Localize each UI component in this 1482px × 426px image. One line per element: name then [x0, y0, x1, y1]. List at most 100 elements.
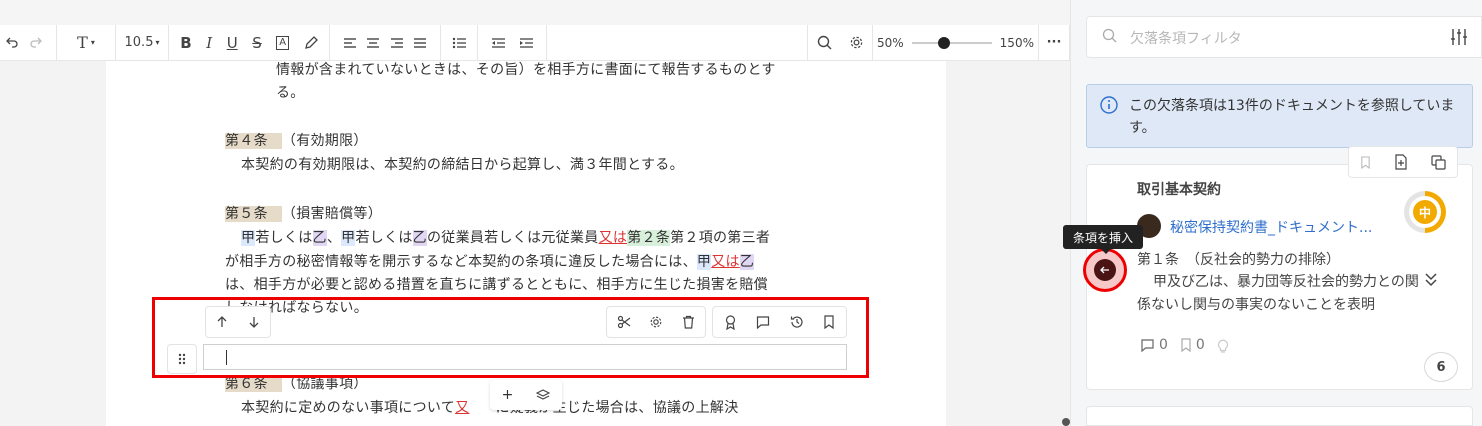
bookmark-icon: [1181, 338, 1191, 352]
lightbulb-icon: [1217, 339, 1228, 353]
align-center-icon[interactable]: [366, 37, 380, 49]
article-number: 第４条: [225, 133, 282, 149]
text-box-icon: A: [276, 35, 290, 50]
priority-label: 中: [1413, 200, 1437, 224]
outdent-icon[interactable]: [491, 37, 506, 49]
italic-button[interactable]: I: [206, 25, 212, 61]
article-title: （協議事項）: [281, 376, 368, 392]
bookmark-icon[interactable]: [1360, 155, 1371, 169]
search-button[interactable]: [808, 25, 840, 61]
paragraph-line: 情報が含まれていないときは、その旨）を相手方に書面にて報告するものとす: [276, 62, 776, 78]
bullet-list-icon[interactable]: [452, 37, 467, 49]
redo-icon: [30, 37, 42, 48]
article-number: 第６条: [225, 376, 282, 392]
more-dots-icon: ···: [1046, 35, 1062, 50]
text-run: 本契約に定めのない事項について: [241, 400, 456, 416]
source-document-link[interactable]: 秘密保持契約書_ドキュメント...: [1170, 217, 1372, 237]
paragraph-line: 本契約の有効期限は、本契約の締結日から起算し、満３年間とする。: [241, 157, 684, 173]
bold-button[interactable]: B: [180, 25, 191, 61]
party-tag: 乙: [312, 230, 327, 246]
double-chevron-down-icon[interactable]: [1424, 272, 1438, 288]
priority-ring: 中: [1409, 196, 1441, 228]
font-size-value: 10.5: [124, 35, 154, 50]
party-tag: 甲: [241, 230, 256, 246]
text-style-dropdown[interactable]: T ▾: [57, 25, 115, 61]
align-left-icon[interactable]: [343, 37, 357, 49]
text-run: 若しくは: [355, 230, 413, 246]
editor-toolbar: T ▾ 10.5 ▾ B I U S A 50% 150% ···: [0, 24, 1070, 61]
zoom-control: 50% 150%: [873, 25, 1038, 61]
clause-filter-placeholder: 欠落条項フィルタ: [1130, 31, 1242, 47]
text-run: 第２項の第三者: [670, 230, 771, 246]
comment-icon: [1141, 339, 1154, 352]
text-run: 若しくは: [255, 230, 313, 246]
party-tag: 乙: [739, 254, 755, 270]
paragraph-line: は、相手方が必要と認める措置を直ちに講ずるとともに、相手方に生じた損害を賠償: [225, 277, 768, 293]
underline-button[interactable]: U: [227, 25, 238, 61]
text-run: が相手方の秘密情報等を開示するなど本契約の条項に違反した場合には、: [225, 254, 697, 270]
align-right-icon[interactable]: [390, 37, 404, 49]
more-button[interactable]: ···: [1039, 25, 1069, 61]
priority-indicator: 中: [1404, 191, 1446, 233]
text-box-button[interactable]: A: [276, 25, 290, 61]
paragraph-line: る。: [276, 85, 305, 101]
pen-icon: [304, 35, 318, 49]
highlight-pen-button[interactable]: [304, 25, 318, 61]
insert-clause-button-core: [1094, 259, 1116, 281]
text-run: 、: [326, 230, 342, 246]
zoom-slider-knob[interactable]: [937, 36, 950, 49]
insert-clause-tooltip: 条項を挿入: [1063, 225, 1144, 254]
info-icon: [1100, 96, 1118, 114]
zoom-min-label: 50%: [877, 35, 904, 50]
article-title: （有効期限）: [281, 133, 368, 149]
bookmark-count-value: 0: [1195, 337, 1205, 353]
document-scrollbar-thumb[interactable]: [1062, 418, 1070, 426]
card-stats: 0 0: [1140, 337, 1229, 353]
article-reference: 第２条: [627, 230, 671, 246]
paragraph-line: 甲若しくは乙、甲若しくは乙の従業員若しくは元従業員又は第２条第２項の第三者: [241, 227, 770, 247]
undo-button[interactable]: [0, 25, 24, 61]
align-justify-icon[interactable]: [413, 37, 427, 49]
gear-icon: [850, 36, 862, 49]
clause-card[interactable]: [1086, 406, 1473, 426]
block-add-bar: +: [490, 380, 562, 410]
comment-count[interactable]: 0: [1140, 337, 1168, 353]
redo-button[interactable]: [24, 25, 48, 61]
filter-settings-icon[interactable]: [1450, 28, 1468, 46]
text-style-label: T: [77, 33, 88, 52]
comment-count-value: 0: [1159, 337, 1168, 353]
strikethrough-button[interactable]: S: [252, 25, 262, 61]
idea-button[interactable]: [1217, 338, 1229, 353]
font-size-dropdown[interactable]: 10.5 ▾: [116, 25, 168, 61]
party-tag: 甲: [341, 230, 356, 246]
layers-icon[interactable]: [536, 389, 551, 401]
flagged-term: 又: [455, 400, 470, 416]
indent-icon[interactable]: [519, 37, 534, 49]
app: T ▾ 10.5 ▾ B I U S A 50% 150% ··· 情報が含まれ…: [0, 0, 1482, 426]
flagged-term: 又は: [598, 230, 628, 246]
search-icon: [1102, 28, 1117, 43]
zoom-max-label: 150%: [999, 35, 1034, 50]
article-4-heading: 第４条 （有効期限）: [225, 130, 368, 150]
toolbar-divider: [546, 24, 547, 61]
card-action-bar: [1348, 146, 1458, 178]
reference-count-badge[interactable]: 6: [1424, 352, 1458, 382]
document-add-icon[interactable]: [1394, 154, 1408, 170]
clause-title: 第１条 （反社会的勢力の排除）: [1137, 252, 1340, 268]
insert-clause-button[interactable]: [1083, 248, 1127, 292]
party-tag: 甲: [696, 254, 712, 270]
copy-icon[interactable]: [1431, 154, 1446, 170]
party-tag: 乙: [412, 230, 427, 246]
article-number: 第５条: [225, 206, 282, 222]
paragraph-line: が相手方の秘密情報等を開示するなど本契約の条項に違反した場合には、甲又は乙: [225, 251, 755, 271]
chevron-down-icon: ▾: [155, 38, 160, 47]
plus-icon[interactable]: +: [502, 387, 514, 403]
highlight-annotation-box: [152, 297, 869, 378]
zoom-slider[interactable]: [911, 36, 992, 49]
contract-title: 取引基本契約: [1137, 182, 1221, 198]
bookmark-count[interactable]: 0: [1180, 337, 1205, 353]
search-icon: [817, 35, 831, 50]
settings-button[interactable]: [840, 25, 872, 61]
flagged-term: 又は: [711, 254, 740, 270]
chevron-down-icon: ▾: [90, 38, 95, 47]
